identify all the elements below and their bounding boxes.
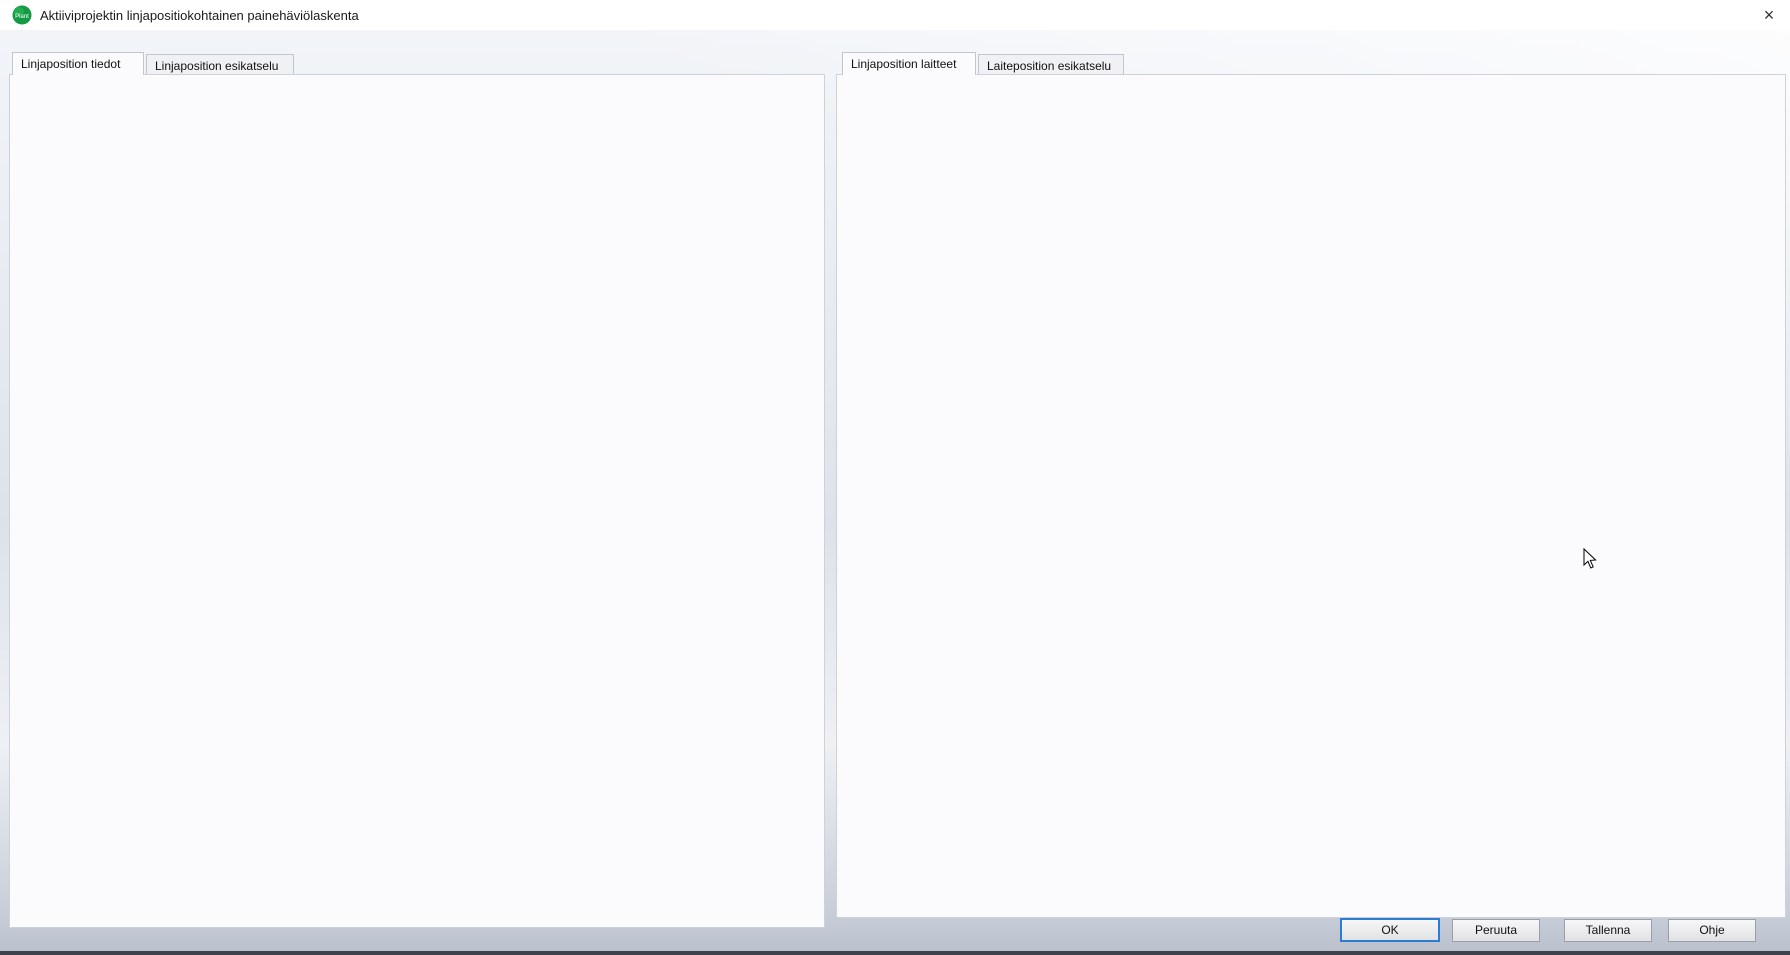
ok-button[interactable]: OK	[1340, 918, 1440, 942]
svg-text:Plant: Plant	[15, 14, 29, 20]
mouse-cursor	[1583, 548, 1598, 573]
ohje-button[interactable]: Ohje	[1668, 919, 1756, 942]
tab-linjaposition-laitteet[interactable]: Linjaposition laitteet	[842, 52, 976, 75]
close-icon[interactable]: ×	[1756, 5, 1782, 27]
peruuta-button[interactable]: Peruuta	[1452, 919, 1540, 942]
tab-linjaposition-esikatselu[interactable]: Linjaposition esikatselu	[146, 54, 294, 75]
tab-linjaposition-tiedot[interactable]: Linjaposition tiedot	[12, 52, 144, 75]
title-bar: Plant Aktiiviprojektin linjapositiokohta…	[0, 0, 1790, 30]
tab-laiteposition-esikatselu[interactable]: Laiteposition esikatselu	[978, 54, 1124, 75]
tallenna-button[interactable]: Tallenna	[1564, 919, 1652, 942]
left-panel	[9, 74, 825, 928]
window-title: Aktiiviprojektin linjapositiokohtainen p…	[40, 8, 359, 23]
dialog-window: Plant Aktiiviprojektin linjapositiokohta…	[0, 0, 1790, 955]
app-icon: Plant	[12, 5, 32, 28]
right-panel	[836, 74, 1786, 918]
window-bottom-edge	[0, 951, 1790, 955]
